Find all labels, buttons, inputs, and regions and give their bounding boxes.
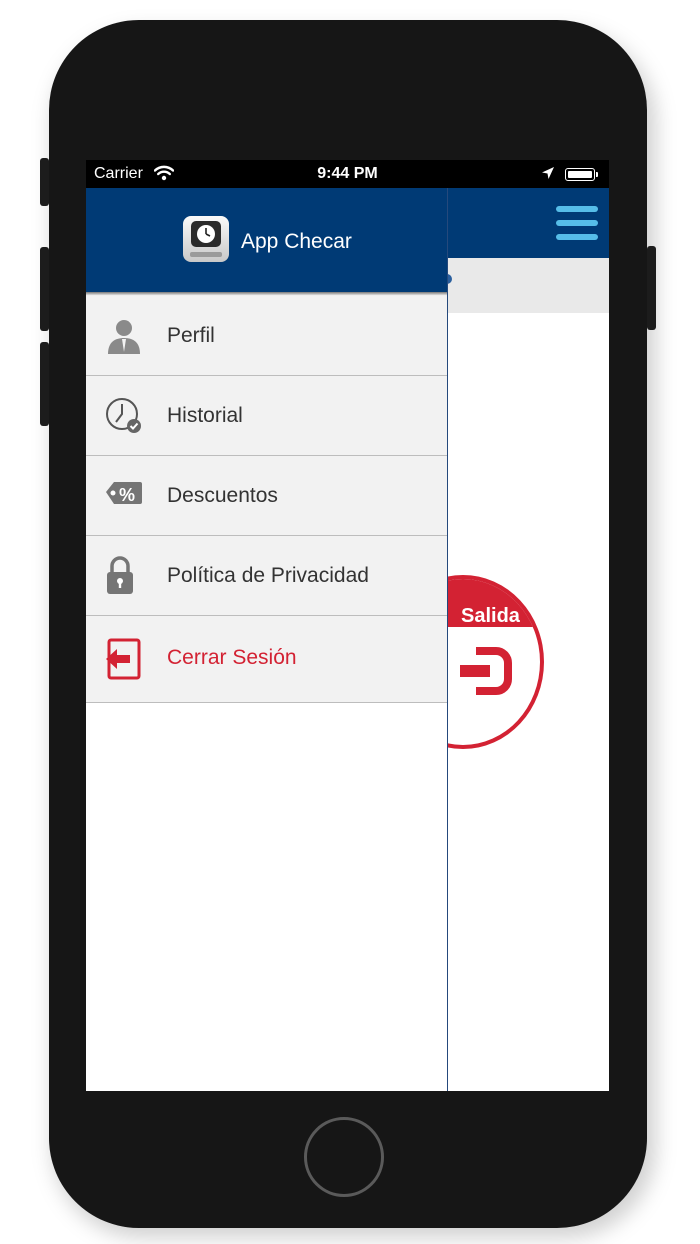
discount-tag-icon: % xyxy=(104,476,144,516)
home-button[interactable] xyxy=(304,1117,384,1197)
status-bar: Carrier 9:44 PM xyxy=(86,160,609,188)
menu-label-cerrar-sesion: Cerrar Sesión xyxy=(167,646,297,669)
volume-up-button xyxy=(40,247,49,331)
clock-check-icon xyxy=(104,396,144,436)
menu-item-perfil[interactable]: Perfil xyxy=(86,296,447,376)
logout-icon xyxy=(104,638,144,680)
power-button xyxy=(647,246,656,330)
menu-label-privacidad: Política de Privacidad xyxy=(167,564,369,587)
lock-icon xyxy=(104,556,144,596)
app-title: App Checar xyxy=(241,230,352,253)
location-arrow-icon xyxy=(541,166,555,185)
menu-item-historial[interactable]: Historial xyxy=(86,376,447,456)
user-icon xyxy=(104,316,144,356)
drawer-header: App Checar xyxy=(86,188,447,292)
menu-label-perfil: Perfil xyxy=(167,324,215,347)
menu-item-cerrar-sesion[interactable]: Cerrar Sesión xyxy=(86,616,447,703)
drawer-menu: Perfil Historial % Descuentos Política d… xyxy=(86,296,447,703)
exit-icon xyxy=(454,643,514,704)
menu-item-privacidad[interactable]: Política de Privacidad xyxy=(86,536,447,616)
mute-switch xyxy=(40,158,49,206)
status-time: 9:44 PM xyxy=(317,165,378,182)
side-drawer: App Checar Perfil Historial % Descuentos… xyxy=(86,188,448,1091)
hamburger-menu-icon[interactable] xyxy=(556,206,598,240)
volume-down-button xyxy=(40,342,49,426)
battery-icon xyxy=(565,168,598,181)
svg-text:%: % xyxy=(119,485,135,505)
app-logo-icon xyxy=(182,215,230,263)
main-subbar xyxy=(448,258,609,313)
menu-item-descuentos[interactable]: % Descuentos xyxy=(86,456,447,536)
salida-label: Salida xyxy=(461,605,520,627)
screen: Carrier 9:44 PM Salida App Checar Perfil… xyxy=(86,160,609,1091)
menu-label-descuentos: Descuentos xyxy=(167,484,278,507)
menu-label-historial: Historial xyxy=(167,404,243,427)
